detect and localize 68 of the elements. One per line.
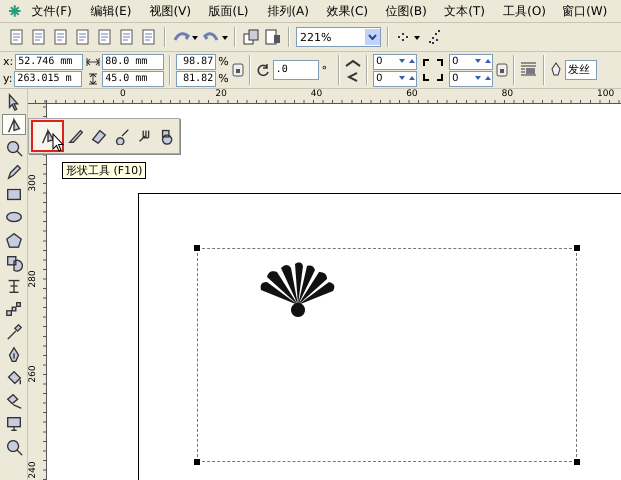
width-field[interactable]: 80.0 mm bbox=[102, 54, 164, 70]
corner-spinner[interactable]: 0 bbox=[373, 70, 418, 86]
spin-arrows-icon bbox=[474, 58, 492, 66]
export-icon[interactable] bbox=[264, 28, 282, 46]
chevron-down-icon bbox=[368, 34, 377, 40]
menu-item[interactable]: 文本(T) bbox=[444, 2, 504, 20]
ruler-label: 20 bbox=[215, 89, 227, 99]
monitor-icon bbox=[4, 414, 22, 432]
spin-arrows-icon bbox=[474, 74, 492, 82]
menu-item[interactable]: 文件(F) bbox=[32, 2, 90, 20]
eraser-icon bbox=[90, 127, 108, 145]
menu-item[interactable]: 工具(O) bbox=[503, 2, 562, 20]
menu-item[interactable]: 视图(V) bbox=[149, 2, 208, 20]
ruler-label: 240 bbox=[28, 460, 38, 480]
y-field[interactable]: 263.015 m bbox=[14, 70, 82, 86]
ruler-label: 60 bbox=[406, 89, 418, 99]
outline-width-field[interactable]: 发丝 bbox=[565, 60, 598, 80]
shapes-icon bbox=[4, 254, 22, 272]
ruler-label: 0 bbox=[120, 89, 126, 99]
height-field[interactable]: 45.0 mm bbox=[102, 70, 164, 86]
app-logo-icon bbox=[8, 4, 22, 18]
squares-icon bbox=[4, 300, 22, 318]
eyedropper-icon bbox=[4, 322, 22, 340]
ruler-label: 260 bbox=[28, 364, 38, 384]
mouse-cursor-icon bbox=[52, 133, 64, 152]
tooltip: 形状工具 (F10) bbox=[62, 162, 146, 179]
ruler-label: 300 bbox=[28, 173, 38, 193]
rotate-icon bbox=[256, 63, 270, 77]
import-icon[interactable] bbox=[242, 28, 260, 46]
zoom-dropdown[interactable]: 221% bbox=[296, 27, 381, 47]
knife-icon bbox=[67, 127, 85, 145]
menu-item[interactable]: 窗口(W) bbox=[562, 2, 621, 20]
degree-label: ° bbox=[322, 64, 328, 76]
pen-nib-icon bbox=[550, 62, 562, 78]
magnifier-icon bbox=[4, 438, 22, 456]
shape-tool-tool[interactable] bbox=[2, 114, 26, 135]
menu-item[interactable]: 版面(L) bbox=[208, 2, 268, 20]
lock-icon[interactable] bbox=[232, 63, 244, 77]
menu-item[interactable]: 位图(B) bbox=[385, 2, 444, 20]
ruler-label: 280 bbox=[28, 268, 38, 288]
lock-icon[interactable] bbox=[496, 63, 508, 77]
corner-spinner[interactable]: 0 bbox=[449, 70, 494, 86]
brush-icon bbox=[113, 127, 131, 145]
ruler-label: 80 bbox=[502, 89, 514, 99]
x-label: x: bbox=[3, 55, 14, 68]
y-label: y: bbox=[3, 72, 12, 85]
spin-arrows-icon bbox=[398, 74, 416, 82]
corner-spinner[interactable]: 0 bbox=[373, 54, 418, 70]
menu-item[interactable]: 编辑(E) bbox=[90, 2, 150, 20]
scale-y-field[interactable]: 81.82 bbox=[176, 70, 216, 86]
percent-label: % bbox=[218, 55, 229, 68]
ruler-label: 40 bbox=[310, 89, 322, 99]
fill-icon bbox=[4, 392, 22, 410]
magnifier-icon bbox=[4, 138, 22, 156]
menu-item[interactable]: 排列(A) bbox=[267, 2, 326, 20]
pentagon-icon bbox=[4, 230, 22, 248]
shape-tool-tool[interactable] bbox=[31, 120, 64, 152]
x-field[interactable]: 52.746 mm bbox=[15, 54, 84, 70]
horizontal-arrows-icon bbox=[86, 56, 100, 66]
spin-arrows-icon bbox=[398, 58, 416, 66]
corner-spinner[interactable]: 0 bbox=[449, 54, 494, 70]
scale-x-field[interactable]: 98.87 bbox=[176, 54, 216, 70]
percent-label: % bbox=[218, 72, 229, 85]
corner-brackets-icon bbox=[423, 59, 444, 81]
rotation-field[interactable]: .0 bbox=[272, 60, 319, 80]
ruler-label: 100 bbox=[597, 89, 614, 99]
menu-item[interactable]: 效果(C) bbox=[326, 2, 386, 20]
mirror-horizontal-icon[interactable] bbox=[345, 58, 362, 70]
